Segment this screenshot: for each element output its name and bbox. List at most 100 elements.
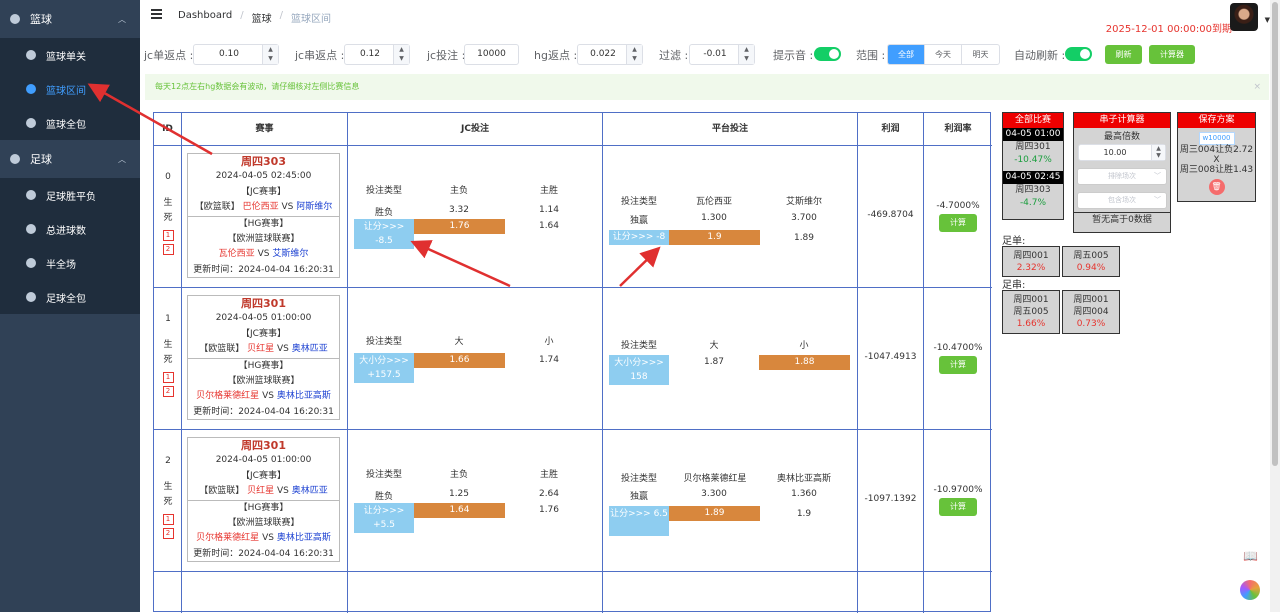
odds-highlight: 1.89: [669, 506, 760, 521]
match-time: 2024-04-05 02:45:00: [215, 171, 312, 182]
calc-button[interactable]: 计算: [939, 356, 977, 374]
max-multiplier-input[interactable]: 10.00 ▲ ▼: [1078, 144, 1166, 161]
match-code[interactable]: 周四303: [1003, 184, 1063, 197]
odds-cell: 1.64: [538, 221, 560, 231]
football-icon: [26, 190, 36, 200]
stepper-icon[interactable]: ▲ ▼: [393, 45, 409, 64]
header-id: ID: [162, 124, 173, 134]
breadcrumb-dashboard[interactable]: Dashboard: [178, 10, 232, 25]
match-card: 周四303 2024-04-05 02:45:00 【JC赛事】 【欧篮联】 巴…: [187, 153, 340, 278]
odds-cell: 2.64: [538, 489, 560, 499]
mark-1-box[interactable]: 1: [162, 372, 174, 383]
auto-refresh-toggle[interactable]: [1065, 47, 1092, 61]
match-table: ID 赛事 JC投注 平台投注 利润 利润率 0 生 死 1 2 周四303 2…: [153, 112, 992, 613]
calc-button[interactable]: 计算: [939, 498, 977, 516]
range-today[interactable]: 今天: [925, 45, 962, 64]
expiry-text: 2025-12-01 00:00:00到期: [1105, 24, 1232, 35]
calculator-button[interactable]: 计算器: [1149, 45, 1195, 64]
hg-tag: 【HG赛事】: [188, 499, 339, 516]
close-icon[interactable]: ×: [1253, 74, 1261, 100]
header-match: 赛事: [255, 124, 274, 134]
match-pct: 2.32%: [1016, 263, 1046, 273]
basketball-icon: [10, 14, 20, 24]
plan-tag[interactable]: w10000: [1198, 132, 1235, 145]
menu-toggle-icon[interactable]: [151, 9, 162, 21]
sidebar-item-football-wdl[interactable]: 足球胜平负: [0, 178, 140, 212]
status-dead: 死: [163, 355, 173, 365]
stepper-icon[interactable]: ▲ ▼: [262, 45, 278, 64]
sidebar-group-basketball[interactable]: 篮球 ︿: [0, 0, 140, 38]
bet-col1-header: 大: [454, 337, 464, 347]
jc-single-rebate-input[interactable]: 0.10 ▲ ▼: [193, 44, 279, 65]
auto-refresh-label: 自动刷新 :: [1014, 49, 1066, 62]
jc-tag: 【JC赛事】: [241, 328, 286, 339]
match-code: 周五005: [1013, 307, 1049, 317]
filter-input[interactable]: -0.01 ▲ ▼: [689, 44, 755, 65]
parlay-calculator-panel: 串子计算器 最高倍数 10.00 ▲ ▼ 排除场次 ﹀ 包含场次 ﹀ 暂无高于0数…: [1073, 112, 1171, 233]
sidebar-item-basketball-range[interactable]: 篮球区间: [0, 72, 140, 106]
plan-x: X: [1213, 155, 1220, 165]
mark-2-box[interactable]: 2: [162, 528, 174, 539]
include-select[interactable]: 包含场次 ﹀: [1077, 192, 1167, 209]
all-matches-panel: 全部比赛 04-05 01:00 周四301 -10.47% 04-05 02:…: [1002, 112, 1064, 220]
match-code: 周四004: [1073, 307, 1109, 317]
hg-rebate-input[interactable]: 0.022 ▲ ▼: [577, 44, 643, 65]
sidebar-item-total-goals[interactable]: 总进球数: [0, 212, 140, 246]
avatar[interactable]: [1230, 3, 1258, 31]
refresh-button[interactable]: 刷新: [1105, 45, 1142, 64]
match-code: 周四001: [1073, 295, 1109, 305]
sidebar-item-label: 半全场: [46, 259, 76, 271]
stepper-icon[interactable]: ▲ ▼: [738, 45, 754, 64]
sidebar-item-label: 篮球区间: [46, 85, 86, 97]
mark-2-box[interactable]: 2: [162, 386, 174, 397]
mark-1-box[interactable]: 1: [162, 514, 174, 525]
handicap-cell: 让分>>> -8.5: [354, 219, 414, 249]
book-icon[interactable]: 📖: [1243, 549, 1258, 563]
calc-button[interactable]: 计算: [939, 214, 977, 232]
football-parlay-cell[interactable]: 周四001 周五005 1.66%: [1002, 290, 1060, 334]
football-single-cell[interactable]: 周四001 2.32%: [1002, 246, 1060, 277]
match-code[interactable]: 周四301: [1003, 141, 1063, 154]
football-parlay-label: 足串:: [1002, 280, 1026, 291]
bet-col1-header: 主负: [449, 186, 468, 196]
sidebar-group-football[interactable]: 足球 ︿: [0, 140, 140, 178]
sound-toggle[interactable]: [814, 47, 841, 61]
sidebar-item-half-full[interactable]: 半全场: [0, 246, 140, 280]
notice-text: 每天12点左右hg数据会有波动，请仔细核对左侧比赛信息: [155, 82, 360, 91]
delete-icon[interactable]: 🗑: [1208, 179, 1225, 195]
mark-2-box[interactable]: 2: [162, 244, 174, 255]
sidebar-item-basketball-single[interactable]: 篮球单关: [0, 38, 140, 72]
panel-title: 保存方案: [1178, 113, 1255, 128]
football-single-label: 足单:: [1002, 236, 1026, 247]
range-all[interactable]: 全部: [888, 45, 925, 64]
sidebar-item-label: 篮球单关: [46, 51, 86, 63]
mark-1-box[interactable]: 1: [162, 230, 174, 241]
sidebar-item-football-all[interactable]: 足球全包: [0, 280, 140, 314]
range-label: 范围 :: [856, 49, 886, 62]
stepper-icon[interactable]: ▲ ▼: [626, 45, 642, 64]
bet-type: 胜负: [374, 492, 393, 502]
scrollbar-thumb[interactable]: [1272, 2, 1278, 466]
stepper-icon[interactable]: ▲ ▼: [1151, 145, 1165, 160]
page-scrollbar[interactable]: [1270, 0, 1280, 612]
max-multiplier-label: 最高倍数: [1103, 132, 1140, 142]
update-time: 更新时间：2024-04-04 16:20:31: [193, 264, 334, 275]
basketball-icon: [26, 118, 36, 128]
sidebar-item-basketball-all[interactable]: 篮球全包: [0, 106, 140, 140]
range-tomorrow[interactable]: 明天: [962, 45, 999, 64]
match-code: 周四303: [241, 155, 286, 168]
jc-parlay-rebate-input[interactable]: 0.12 ▲ ▼: [344, 44, 410, 65]
breadcrumb-current: 篮球区间: [291, 14, 332, 25]
breadcrumb-basketball[interactable]: 篮球: [252, 10, 272, 25]
header-jc: JC投注: [461, 124, 489, 134]
profit-value: -1047.4913: [864, 352, 917, 362]
football-parlay-cell[interactable]: 周四001 周四004 0.73%: [1062, 290, 1120, 334]
odds-cell: 1.89: [793, 233, 815, 243]
exclude-select[interactable]: 排除场次 ﹀: [1077, 168, 1167, 185]
row-id-cell: 2 生 死 1 2: [154, 456, 182, 539]
football-single-cell[interactable]: 周五005 0.94%: [1062, 246, 1120, 277]
odds-cell: 1.14: [538, 205, 560, 215]
jc-bet-input[interactable]: 10000: [464, 44, 519, 65]
assistant-icon[interactable]: [1240, 580, 1260, 600]
chevron-up-icon: ︿: [118, 15, 126, 24]
